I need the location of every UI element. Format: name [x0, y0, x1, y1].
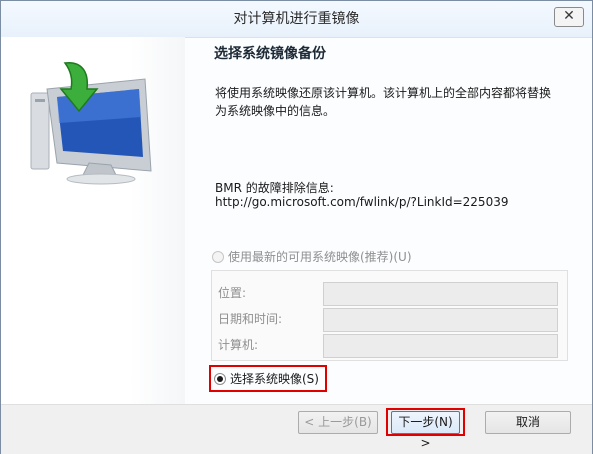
- back-button[interactable]: < 上一步(B): [298, 411, 378, 434]
- wizard-content: 选择系统镜像备份 将使用系统映像还原该计算机。该计算机上的全部内容都将替换为系统…: [185, 37, 592, 404]
- datetime-label: 日期和时间:: [218, 312, 283, 326]
- bmr-info-label: BMR 的故障排除信息:: [215, 181, 334, 195]
- computer-field: [323, 334, 558, 358]
- wizard-computer-icon: [30, 62, 152, 185]
- wizard-side-panel: [1, 37, 185, 404]
- location-label: 位置:: [218, 286, 247, 300]
- title-bar: 对计算机进行重镜像 ✕: [1, 1, 592, 38]
- option-latest-image: 使用最新的可用系统映像(推荐)(U): [212, 248, 412, 265]
- next-button[interactable]: 下一步(N) >: [391, 411, 460, 450]
- button-bar: < 上一步(B) 下一步(N) > 取消: [1, 404, 592, 454]
- option-latest-label: 使用最新的可用系统映像(推荐)(U): [228, 250, 412, 264]
- option-select-label[interactable]: 选择系统映像(S): [230, 370, 319, 387]
- close-button[interactable]: ✕: [554, 7, 584, 27]
- option-select-image[interactable]: 选择系统映像(S): [209, 365, 327, 392]
- page-heading: 选择系统镜像备份: [214, 46, 326, 62]
- window-title: 对计算机进行重镜像: [233, 11, 360, 27]
- next-button-highlight: 下一步(N) >: [386, 408, 465, 450]
- radio-select-image[interactable]: [214, 372, 226, 385]
- radio-latest-image: [212, 250, 224, 263]
- description-text: 将使用系统映像还原该计算机。该计算机上的全部内容都将替换为系统映像中的信息。: [215, 86, 552, 118]
- image-details-group: 位置: 日期和时间: 计算机:: [211, 270, 568, 361]
- reimage-wizard-window: 对计算机进行重镜像 ✕ 选择系统镜像备份 将使用系统映像还原该计算机。该计算机上…: [0, 0, 593, 454]
- close-icon[interactable]: ✕: [563, 8, 575, 24]
- location-field: [323, 282, 558, 306]
- cancel-button[interactable]: 取消: [485, 411, 571, 434]
- computer-label: 计算机:: [218, 338, 259, 352]
- bmr-info-link[interactable]: http://go.microsoft.com/fwlink/p/?LinkId…: [215, 195, 508, 209]
- datetime-field: [323, 308, 558, 332]
